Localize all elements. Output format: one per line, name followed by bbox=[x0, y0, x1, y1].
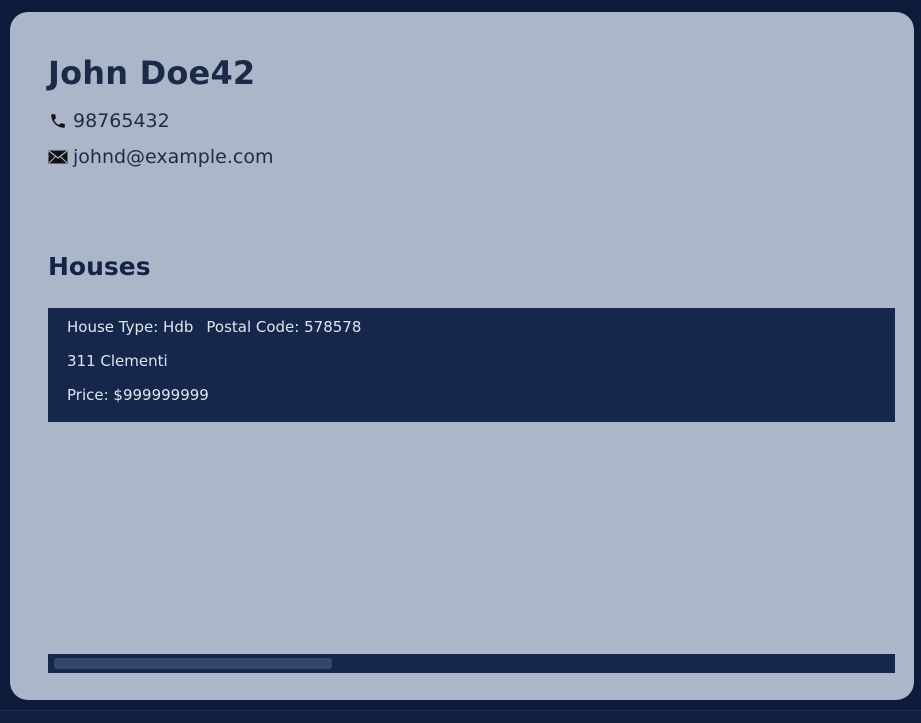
house-address: 311 Clementi bbox=[67, 352, 168, 370]
house-list-item[interactable]: House Type: Hdb Postal Code: 578578 311 C… bbox=[48, 308, 895, 422]
house-type: House Type: Hdb bbox=[67, 318, 194, 336]
email-row: johnd@example.com bbox=[48, 146, 273, 168]
phone-icon bbox=[48, 111, 68, 131]
house-price: Price: $999999999 bbox=[67, 386, 209, 404]
status-bar bbox=[0, 710, 921, 723]
app-window: John Doe42 98765432 johnd@example.com Ho… bbox=[0, 0, 921, 723]
horizontal-scrollbar[interactable] bbox=[48, 654, 895, 673]
houses-section-title: Houses bbox=[48, 252, 151, 281]
person-name: John Doe42 bbox=[48, 54, 256, 92]
person-detail-panel: John Doe42 98765432 johnd@example.com Ho… bbox=[10, 12, 914, 700]
phone-row: 98765432 bbox=[48, 110, 170, 132]
postal-code: Postal Code: 578578 bbox=[206, 318, 362, 336]
envelope-icon bbox=[48, 147, 68, 167]
phone-number: 98765432 bbox=[73, 110, 170, 132]
house-type-row: House Type: Hdb Postal Code: 578578 bbox=[67, 318, 361, 336]
scrollbar-thumb[interactable] bbox=[54, 658, 332, 669]
email-address: johnd@example.com bbox=[73, 146, 274, 168]
